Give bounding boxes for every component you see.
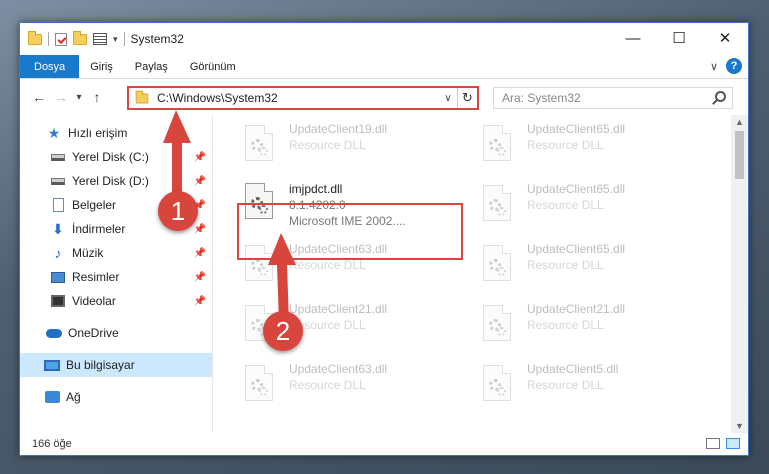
- step-badge-1: 1: [158, 191, 198, 231]
- step-badge-2: 2: [263, 311, 303, 351]
- annotation-arrows: [163, 110, 296, 323]
- arrow-up-icon-2: [268, 233, 296, 323]
